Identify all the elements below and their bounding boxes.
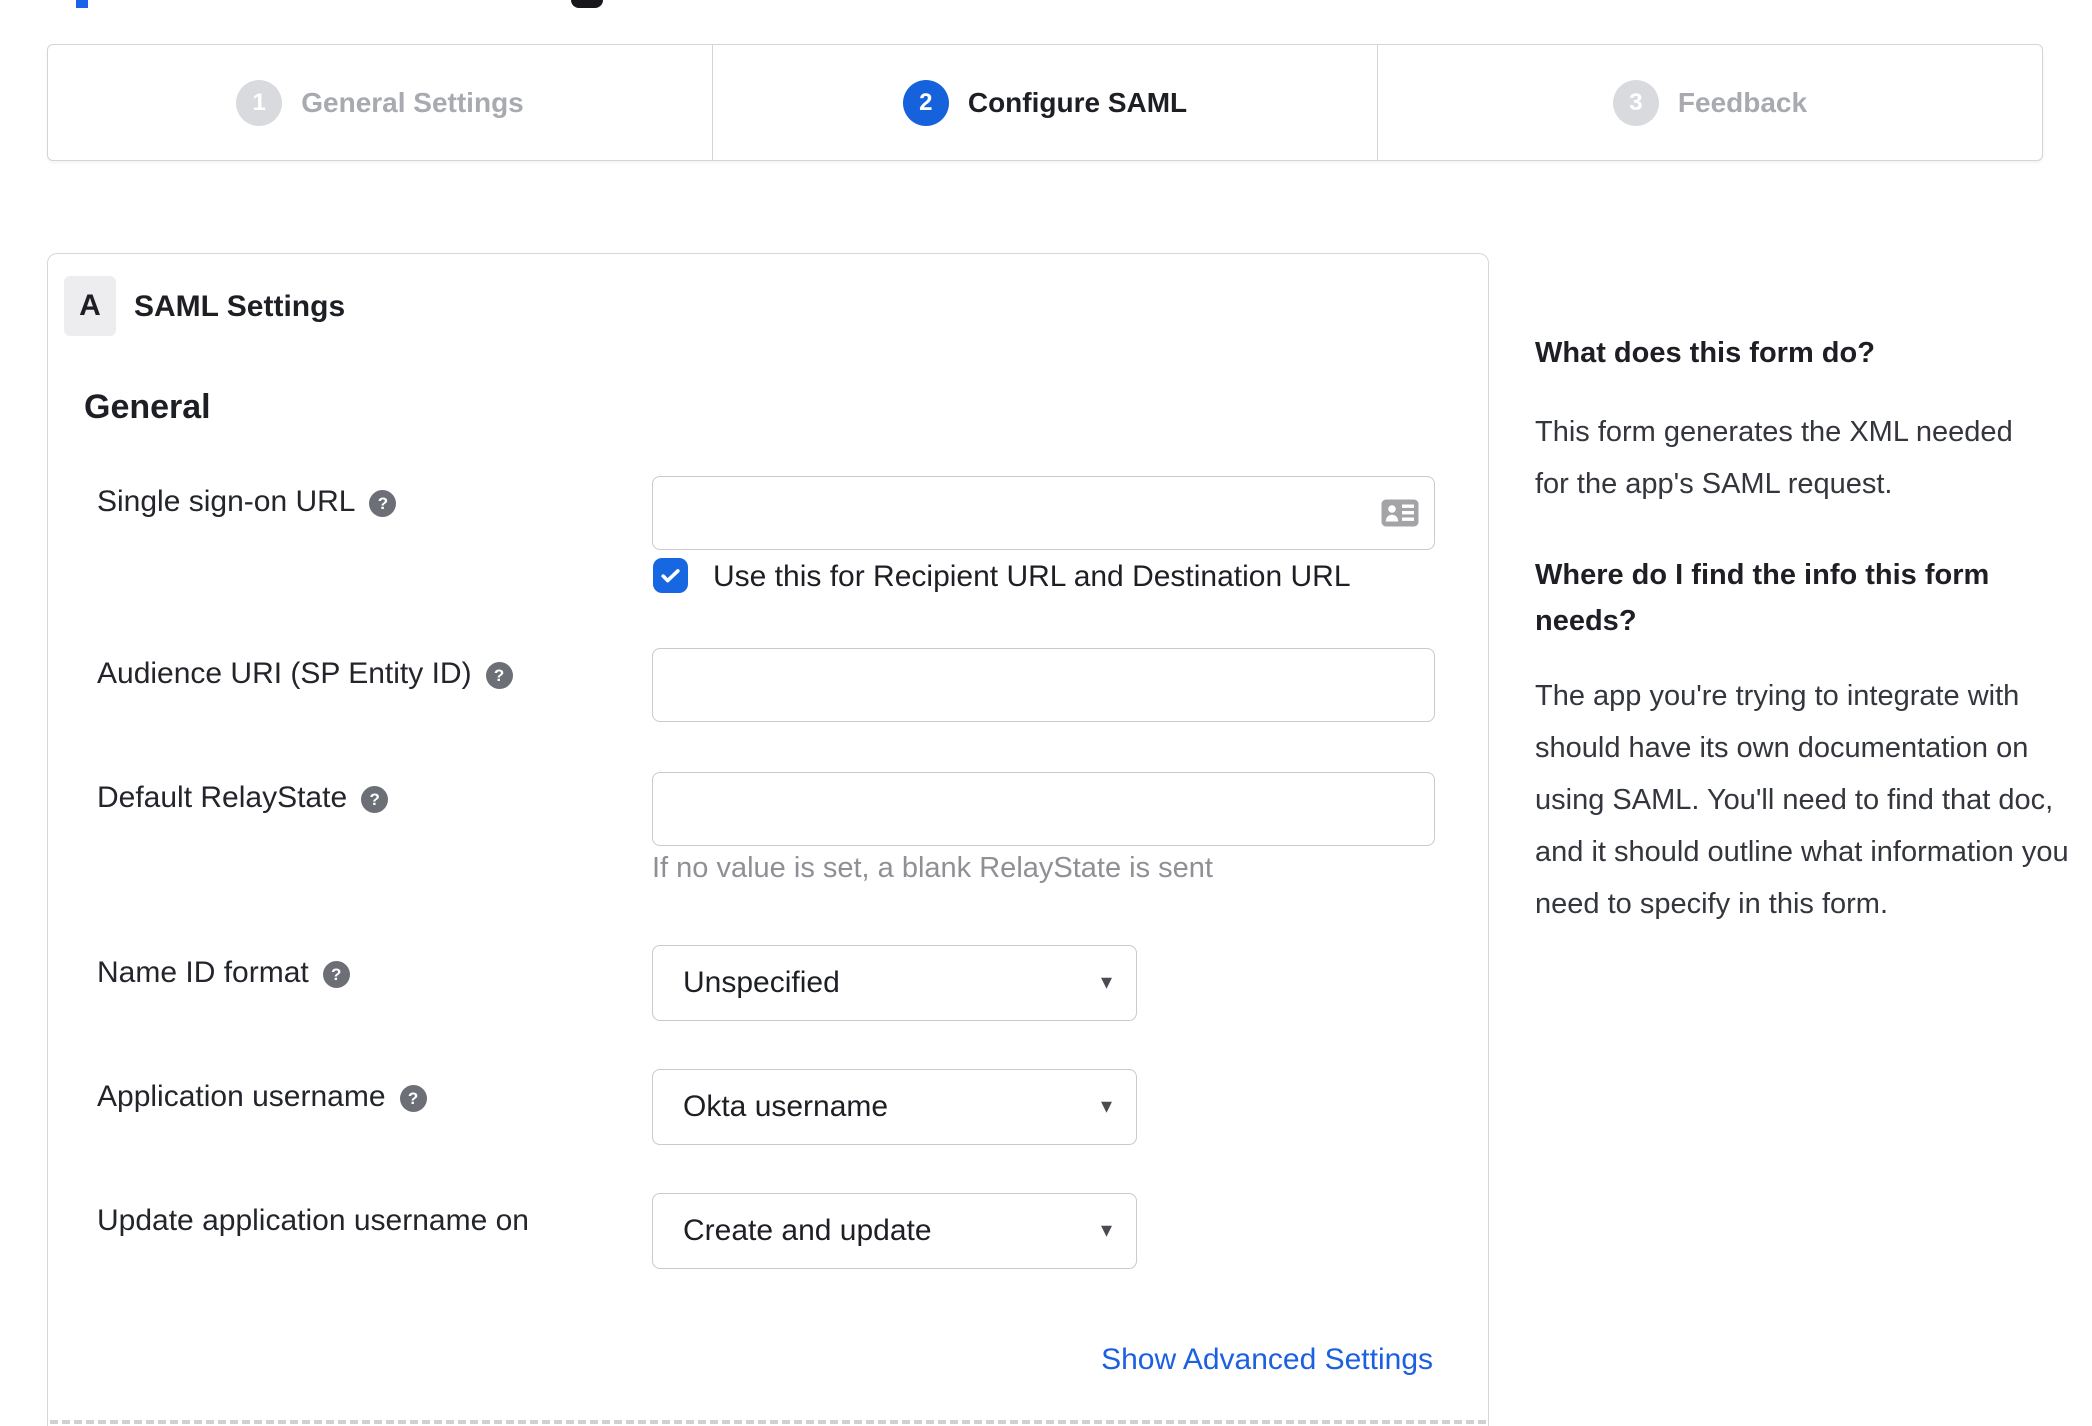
use-for-recipient-checkbox[interactable] bbox=[653, 558, 688, 593]
audience-uri-input[interactable] bbox=[652, 648, 1435, 722]
chevron-down-icon: ▾ bbox=[1100, 968, 1112, 994]
general-heading: General bbox=[84, 388, 211, 426]
wizard-stepper: 1 General Settings 2 Configure SAML 3 Fe… bbox=[47, 44, 2043, 161]
chevron-down-icon: ▾ bbox=[1100, 1216, 1112, 1242]
cutoff-dark-element bbox=[571, 0, 603, 8]
application-username-label: Application username? bbox=[97, 1079, 427, 1115]
relay-state-input[interactable] bbox=[652, 772, 1435, 846]
step-label: Feedback bbox=[1677, 86, 1808, 118]
step-number-badge: 3 bbox=[1612, 79, 1659, 126]
checkmark-icon bbox=[661, 569, 680, 583]
step-configure-saml[interactable]: 2 Configure SAML bbox=[712, 45, 1377, 160]
name-id-format-label: Name ID format? bbox=[97, 955, 350, 991]
application-username-select[interactable]: Okta username ▾ bbox=[652, 1069, 1137, 1145]
section-divider-dashed bbox=[50, 1420, 1486, 1424]
step-number-badge: 2 bbox=[902, 79, 949, 126]
relay-state-label: Default RelayState? bbox=[97, 780, 389, 816]
sso-url-input[interactable] bbox=[652, 476, 1435, 550]
sso-url-input-wrap bbox=[652, 476, 1435, 550]
sidebar-question-2: Where do I find the info this form needs… bbox=[1535, 559, 1990, 637]
step-feedback[interactable]: 3 Feedback bbox=[1377, 45, 2042, 160]
help-icon[interactable]: ? bbox=[485, 662, 513, 689]
update-username-select[interactable]: Create and update ▾ bbox=[652, 1193, 1137, 1269]
help-icon[interactable]: ? bbox=[361, 786, 389, 813]
show-advanced-settings-link[interactable]: Show Advanced Settings bbox=[1101, 1343, 1433, 1377]
sidebar-question-1: What does this form do? bbox=[1535, 337, 1875, 369]
section-a-badge: A bbox=[64, 276, 116, 336]
selected-value: Unspecified bbox=[683, 966, 840, 999]
page: 1 General Settings 2 Configure SAML 3 Fe… bbox=[0, 0, 2092, 1426]
update-username-label: Update application username on bbox=[97, 1204, 529, 1237]
step-label: General Settings bbox=[301, 86, 524, 118]
saml-settings-panel: A SAML Settings General Single sign-on U… bbox=[47, 253, 1489, 1426]
sso-url-label: Single sign-on URL? bbox=[97, 484, 397, 520]
help-icon[interactable]: ? bbox=[322, 961, 350, 988]
chevron-down-icon: ▾ bbox=[1100, 1092, 1112, 1118]
use-for-recipient-label: Use this for Recipient URL and Destinati… bbox=[713, 560, 1351, 593]
selected-value: Okta username bbox=[683, 1090, 889, 1123]
cutoff-blue-element bbox=[76, 0, 88, 8]
help-icon[interactable]: ? bbox=[369, 490, 397, 517]
sidebar-answer-2: The app you're trying to integrate with … bbox=[1535, 680, 2069, 920]
name-id-format-select[interactable]: Unspecified ▾ bbox=[652, 945, 1137, 1021]
help-icon[interactable]: ? bbox=[399, 1085, 427, 1112]
step-number-badge: 1 bbox=[236, 79, 283, 126]
selected-value: Create and update bbox=[683, 1214, 932, 1247]
contact-card-icon bbox=[1381, 499, 1419, 527]
help-sidebar: What does this form do? This form genera… bbox=[1535, 330, 2080, 930]
audience-uri-label: Audience URI (SP Entity ID)? bbox=[97, 656, 513, 692]
panel-title: SAML Settings bbox=[134, 290, 346, 323]
sidebar-answer-1: This form generates the XML needed for t… bbox=[1535, 416, 2013, 500]
step-label: Configure SAML bbox=[967, 86, 1188, 118]
step-general-settings[interactable]: 1 General Settings bbox=[48, 45, 712, 160]
relay-state-helper: If no value is set, a blank RelayState i… bbox=[652, 852, 1213, 884]
